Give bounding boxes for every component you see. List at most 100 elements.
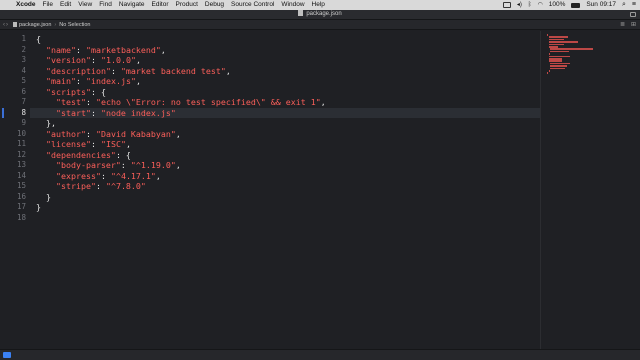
json-key: "name" [46, 44, 76, 55]
json-key: "body-parser" [55, 160, 121, 170]
menu-app[interactable]: Xcode [16, 0, 36, 10]
json-punctuation [36, 108, 56, 118]
json-string: "1.0.0" [100, 55, 136, 65]
menu-find[interactable]: Find [99, 0, 112, 10]
json-string: "^1.19.0" [130, 160, 176, 170]
json-punctuation: : [110, 65, 121, 76]
code-line[interactable]: "body-parser": "^1.19.0", [36, 160, 181, 171]
menu-window[interactable]: Window [281, 0, 304, 10]
json-key: "dependencies" [46, 149, 116, 160]
menu-help[interactable]: Help [312, 0, 325, 10]
fullscreen-button[interactable] [630, 12, 636, 17]
line-number: 16 [16, 191, 26, 201]
json-punctuation: : [100, 170, 111, 181]
code-line[interactable]: "main": "index.js", [36, 76, 141, 87]
menu-product[interactable]: Product [175, 0, 197, 10]
menu-navigate[interactable]: Navigate [119, 0, 145, 10]
json-punctuation: , [175, 160, 181, 170]
json-punctuation: , [135, 76, 141, 86]
minimap-line [548, 70, 550, 72]
json-punctuation: { [36, 34, 41, 44]
debug-area-bar [0, 349, 640, 360]
jump-file[interactable]: package.json [19, 20, 51, 30]
minimap[interactable] [540, 31, 640, 349]
bluetooth-icon[interactable]: ᛒ [528, 0, 532, 10]
json-punctuation: : { [90, 86, 106, 97]
code-line[interactable]: "express": "^4.17.1", [36, 171, 161, 182]
json-punctuation: , [125, 139, 131, 149]
menu-debug[interactable]: Debug [205, 0, 224, 10]
json-punctuation: } [36, 202, 41, 212]
json-punctuation: , [225, 65, 231, 76]
jump-selection[interactable]: No Selection [59, 20, 90, 30]
json-string: "David Kababyan" [95, 128, 176, 139]
code-line[interactable]: }, [36, 118, 56, 129]
code-line[interactable]: "stripe": "^7.8.0" [36, 181, 146, 192]
code-line[interactable]: "scripts": { [36, 87, 106, 98]
line-number: 12 [16, 149, 26, 159]
menu-file[interactable]: File [43, 0, 53, 10]
json-punctuation: , [320, 97, 326, 107]
code-editor[interactable]: 1 2 3 4 5 6 7 8 9 10 11 12 13 14 15 16 17 18 { "name": "m… [0, 31, 540, 349]
code-line[interactable]: "license": "ISC", [36, 139, 131, 150]
code-line[interactable]: "name": "marketbackend", [36, 45, 166, 56]
code-line[interactable]: "description": "market backend test", [36, 66, 231, 77]
menu-editor[interactable]: Editor [152, 0, 169, 10]
json-key: "author" [46, 128, 86, 139]
menu-edit[interactable]: Edit [60, 0, 71, 10]
search-icon[interactable]: ⌕ [622, 0, 626, 10]
code-line[interactable]: { [36, 34, 41, 45]
code-line[interactable]: "dependencies": { [36, 150, 131, 161]
wifi-icon[interactable]: ◠ [537, 0, 542, 10]
json-string: "^7.8.0" [105, 181, 146, 191]
line-number: 18 [16, 212, 26, 222]
code-line[interactable]: "author": "David Kababyan", [36, 129, 181, 140]
minimap-line [550, 62, 571, 65]
minimap-line [550, 67, 565, 70]
clock[interactable]: Sun 09:17 [586, 0, 616, 10]
json-key: "description" [46, 65, 111, 76]
code-line[interactable]: "start": "node index.js" [36, 108, 176, 119]
editor-options-icon[interactable]: ≣ [620, 20, 625, 30]
document-icon [298, 10, 304, 16]
line-number: 6 [21, 86, 26, 96]
json-punctuation: : [75, 44, 86, 55]
code-line[interactable]: } [36, 202, 41, 213]
json-key: "main" [46, 76, 76, 86]
menu-list-icon[interactable]: ≡ [632, 0, 636, 10]
debug-toggle-icon[interactable] [3, 352, 11, 358]
line-number-gutter: 1 2 3 4 5 6 7 8 9 10 11 12 13 14 15 16 17 18 [0, 31, 30, 349]
volume-icon[interactable]: ◂) [517, 0, 522, 10]
code-line[interactable]: "version": "1.0.0", [36, 55, 141, 66]
menu-view[interactable]: View [78, 0, 92, 10]
json-punctuation [36, 129, 46, 139]
minimap-line [548, 38, 564, 41]
line-number: 5 [21, 76, 26, 85]
status-area: ◂) ᛒ ◠ 100% Sun 09:17 ⌕ ≡ [497, 0, 636, 10]
json-punctuation: , [155, 170, 161, 181]
code-line[interactable]: } [36, 192, 51, 203]
line-number: 17 [16, 202, 26, 211]
nav-arrows-icon[interactable]: ‹› [3, 20, 9, 30]
code-line[interactable]: "test": "echo \"Error: no test specified… [36, 97, 326, 108]
json-punctuation [36, 66, 46, 76]
json-punctuation: : [90, 139, 101, 149]
menu-bar: Xcode File Edit View Find Navigate Editor Prod… [0, 0, 640, 10]
json-punctuation [36, 76, 46, 86]
json-punctuation [36, 45, 46, 55]
line-number: 3 [21, 55, 26, 64]
menu-source-control[interactable]: Source Control [231, 0, 274, 10]
line-number: 8 [21, 107, 26, 117]
battery-percent[interactable]: 100% [549, 0, 566, 10]
json-string: "node index.js" [100, 107, 176, 118]
scrollbar[interactable] [635, 31, 638, 349]
json-string: "echo \"Error: no test specified\" && ex… [95, 97, 321, 107]
line-number: 4 [21, 65, 26, 75]
json-punctuation: , [135, 55, 141, 65]
display-icon[interactable] [502, 2, 511, 8]
json-punctuation [36, 181, 56, 191]
json-key: "scripts" [46, 86, 91, 97]
add-editor-icon[interactable]: ⊞ [631, 20, 636, 30]
json-punctuation [36, 87, 46, 97]
battery-icon[interactable] [571, 2, 581, 8]
